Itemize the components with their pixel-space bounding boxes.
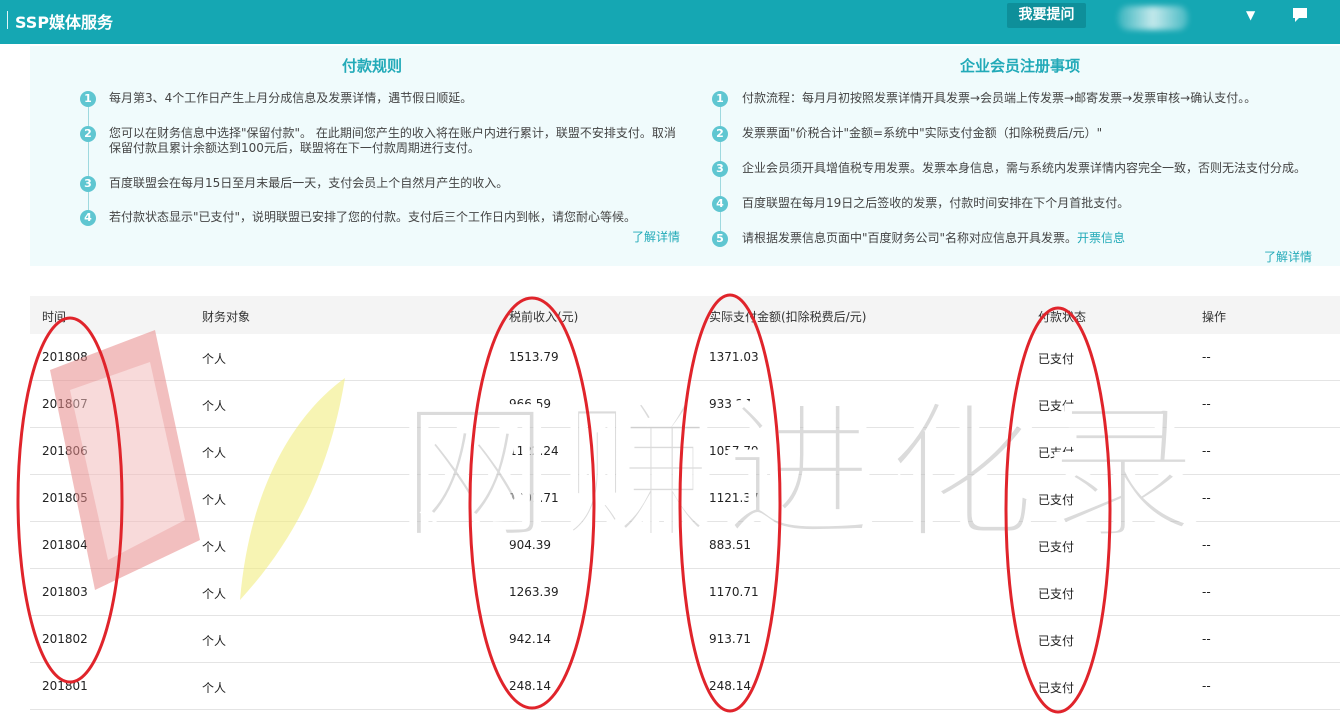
- step-number-badge: 4: [80, 210, 96, 226]
- payment-rule-3: 百度联盟会在每月15日至月末最后一天，支付会员上个自然月产生的收入。: [109, 176, 509, 190]
- cell-time: 201801: [42, 679, 88, 693]
- column-header-finance-object: 财务对象: [202, 310, 251, 324]
- enterprise-rule-1: 付款流程：每月月初按照发票详情开具发票→会员端上传发票→邮寄发票→发票审核→确认…: [742, 91, 1257, 105]
- cell-actions: --: [1202, 444, 1211, 458]
- cell-time: 201806: [42, 444, 88, 458]
- cell-actual-payment: 1121.37: [709, 491, 759, 505]
- cell-actual-payment: 883.51: [709, 538, 751, 552]
- payment-rule-4: 若付款状态显示"已支付"，说明联盟已安排了您的付款。支付后三个工作日内到帐，请您…: [109, 210, 637, 224]
- cell-finance-object: 个人: [202, 587, 227, 601]
- cell-time: 201803: [42, 585, 88, 599]
- cell-payment-status: 已支付: [1038, 399, 1075, 413]
- cell-finance-object: 个人: [202, 540, 227, 554]
- cell-actions: --: [1202, 538, 1211, 552]
- cell-time: 201808: [42, 350, 88, 364]
- cell-payment-status: 已支付: [1038, 587, 1075, 601]
- cell-pretax-income: 1201.71: [509, 491, 559, 505]
- cell-actual-payment: 1057.79: [709, 444, 759, 458]
- step-number-badge: 4: [712, 196, 728, 212]
- cell-pretax-income: 1513.79: [509, 350, 559, 364]
- cell-time: 201805: [42, 491, 88, 505]
- cell-finance-object: 个人: [202, 681, 227, 695]
- step-number-badge: 1: [712, 91, 728, 107]
- enterprise-rule-2: 发票票面"价税合计"金额=系统中"实际支付金额（扣除税费后/元）": [742, 126, 1103, 140]
- column-header-actions: 操作: [1202, 310, 1227, 324]
- cell-payment-status: 已支付: [1038, 493, 1075, 507]
- user-name-blurred[interactable]: [1118, 6, 1188, 30]
- table-row: [30, 662, 1340, 663]
- cell-actions: --: [1202, 350, 1211, 364]
- table-row: [30, 615, 1340, 616]
- cell-time: 201802: [42, 632, 88, 646]
- column-header-payment-status: 付款状态: [1038, 310, 1087, 324]
- invoice-info-link[interactable]: 开票信息: [1077, 231, 1125, 245]
- table-row: [30, 709, 1340, 710]
- cell-actions: --: [1202, 397, 1211, 411]
- cell-payment-status: 已支付: [1038, 446, 1075, 460]
- enterprise-rule-5-text: 请根据发票信息页面中"百度财务公司"名称对应信息开具发票。: [742, 231, 1078, 245]
- step-number-badge: 2: [80, 126, 96, 142]
- annotation-ellipse-status: [1004, 306, 1112, 714]
- cell-payment-status: 已支付: [1038, 352, 1075, 366]
- feather-icon: [240, 378, 345, 600]
- cell-pretax-income: 1263.39: [509, 585, 559, 599]
- enterprise-rule-3: 企业会员须开具增值税专用发票。发票本身信息，需与系统内发票详情内容完全一致，否则…: [742, 161, 1307, 175]
- cell-pretax-income: 1122.24: [509, 444, 559, 458]
- watermark-text: 网赚进化录: [400, 385, 1210, 561]
- table-row: [30, 521, 1340, 522]
- cell-finance-object: 个人: [202, 634, 227, 648]
- chat-bubble-icon[interactable]: [1290, 5, 1310, 25]
- cell-pretax-income: 942.14: [509, 632, 551, 646]
- cell-actual-payment: 933.27: [709, 397, 751, 411]
- cell-time: 201807: [42, 397, 88, 411]
- step-number-badge: 5: [712, 231, 728, 247]
- cell-actual-payment: 1371.03: [709, 350, 759, 364]
- enterprise-rules-title: 企业会员注册事项: [960, 57, 1081, 75]
- cell-payment-status: 已支付: [1038, 681, 1075, 695]
- step-number-badge: 1: [80, 91, 96, 107]
- cell-pretax-income: 904.39: [509, 538, 551, 552]
- cell-finance-object: 个人: [202, 493, 227, 507]
- brand-separator: [7, 11, 8, 29]
- timeline-line: [88, 100, 89, 218]
- payment-rules-title: 付款规则: [342, 57, 403, 75]
- cell-actual-payment: 913.71: [709, 632, 751, 646]
- payment-rules-detail-link[interactable]: 了解详情: [632, 228, 680, 245]
- payment-rule-1: 每月第3、4个工作日产生上月分成信息及发票详情，遇节假日顺延。: [109, 91, 473, 105]
- cell-actions: --: [1202, 491, 1211, 505]
- column-header-actual-payment: 实际支付金额(扣除税费后/元): [709, 310, 867, 324]
- table-row: [30, 427, 1340, 428]
- step-number-badge: 3: [80, 176, 96, 192]
- cell-finance-object: 个人: [202, 446, 227, 460]
- enterprise-rules-detail-link[interactable]: 了解详情: [1264, 248, 1312, 265]
- column-header-time: 时间: [42, 310, 67, 324]
- cell-actual-payment: 248.14: [709, 679, 751, 693]
- cell-time: 201804: [42, 538, 88, 552]
- cell-payment-status: 已支付: [1038, 540, 1075, 554]
- cell-pretax-income: 248.14: [509, 679, 551, 693]
- table-row: [30, 474, 1340, 475]
- step-number-badge: 3: [712, 161, 728, 177]
- cell-actions: --: [1202, 632, 1211, 646]
- cell-payment-status: 已支付: [1038, 634, 1075, 648]
- table-row: [30, 568, 1340, 569]
- top-header-bar: SSP媒体服务 我要提问 ▼: [0, 0, 1340, 44]
- cell-actions: --: [1202, 585, 1211, 599]
- table-row: [30, 380, 1340, 381]
- cell-finance-object: 个人: [202, 399, 227, 413]
- cell-actual-payment: 1170.71: [709, 585, 759, 599]
- rules-info-panel: [30, 46, 1340, 266]
- cell-pretax-income: 966.59: [509, 397, 551, 411]
- cell-actions: --: [1202, 679, 1211, 693]
- caret-down-icon[interactable]: ▼: [1246, 8, 1255, 22]
- step-number-badge: 2: [712, 126, 728, 142]
- payment-rule-2-line1: 您可以在财务信息中选择"保留付款"。 在此期间您产生的收入将在账户内进行累计，联…: [109, 126, 676, 140]
- enterprise-rule-4: 百度联盟在每月19日之后签收的发票，付款时间安排在下个月首批支付。: [742, 196, 1130, 210]
- enterprise-rule-5: 请根据发票信息页面中"百度财务公司"名称对应信息开具发票。开票信息: [742, 231, 1125, 246]
- app-title: SSP媒体服务: [15, 13, 114, 32]
- payment-rule-2-line2: 保留付款且累计余额达到100元后，联盟将在下一付款周期进行支付。: [109, 141, 480, 155]
- cell-finance-object: 个人: [202, 352, 227, 366]
- column-header-pretax-income: 税前收入(元): [509, 310, 579, 324]
- ask-question-button[interactable]: 我要提问: [1007, 3, 1086, 28]
